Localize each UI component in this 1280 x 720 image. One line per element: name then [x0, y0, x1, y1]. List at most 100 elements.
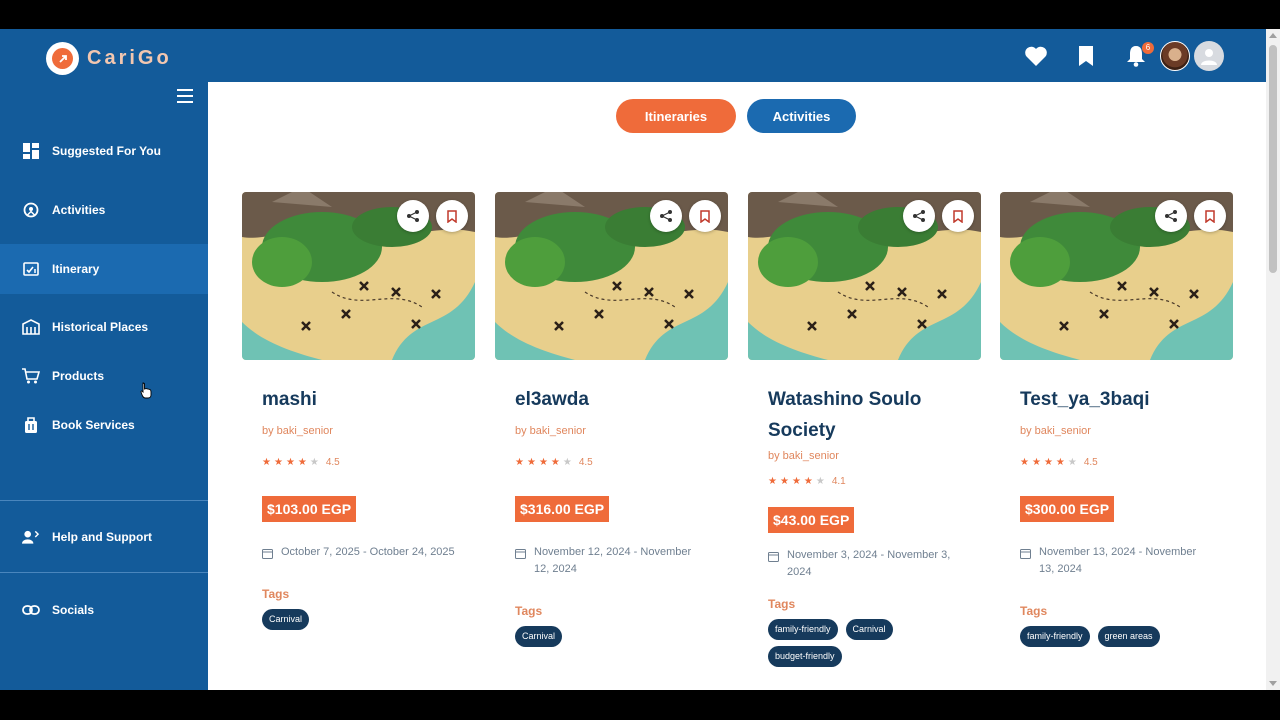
sidebar-divider — [0, 500, 208, 501]
view-toggle: Itineraries Activities — [616, 99, 856, 133]
sidebar-divider — [0, 572, 208, 573]
bookmark-icon[interactable] — [436, 200, 468, 232]
star-icon: ★ — [1020, 457, 1029, 468]
sidebar-item-products[interactable]: Products — [0, 351, 208, 401]
cart-icon — [22, 367, 40, 385]
date-text: October 7, 2025 - October 24, 2025 — [281, 546, 455, 558]
itinerary-author: by baki_senior — [768, 450, 839, 462]
sidebar-item-historical-places[interactable]: Historical Places — [0, 302, 208, 352]
itinerary-card[interactable]: Test_ya_3baqi by baki_senior ★ ★ ★ ★ ★ 4.5 $… — [1000, 192, 1233, 690]
itinerary-image — [495, 192, 728, 360]
star-icon: ★ — [1031, 457, 1041, 468]
star-icon: ★ — [791, 476, 801, 487]
itinerary-image — [242, 192, 475, 360]
bookmark-icon[interactable] — [689, 200, 721, 232]
tag[interactable]: green areas — [1097, 626, 1160, 647]
itinerary-author: by baki_senior — [515, 425, 586, 437]
itineraries-tab[interactable]: Itineraries — [616, 99, 736, 133]
star-icon: ★ — [515, 457, 524, 468]
share-icon[interactable] — [650, 200, 682, 232]
bell-icon[interactable]: 6 — [1122, 42, 1154, 70]
tags-label: Tags — [1020, 604, 1048, 618]
itinerary-title[interactable]: mashi — [262, 384, 455, 415]
star-icon: ★ — [538, 457, 548, 468]
tag[interactable]: family-friendly — [1020, 626, 1090, 647]
profile-icon[interactable] — [1194, 41, 1224, 71]
star-icon: ★ — [779, 476, 789, 487]
scroll-up-icon[interactable] — [1269, 33, 1277, 38]
link-icon — [22, 601, 40, 619]
logo[interactable]: CariGo — [46, 42, 172, 75]
scrollbar-thumb[interactable] — [1269, 45, 1277, 273]
itinerary-card[interactable]: Watashino Soulo Society by baki_senior ★… — [748, 192, 981, 690]
price-badge: $300.00 EGP — [1020, 496, 1115, 522]
museum-icon — [22, 318, 40, 336]
star-icon: ★ — [803, 476, 813, 487]
sidebar-item-suggested[interactable]: Suggested For You — [0, 126, 208, 176]
tag[interactable]: budget-friendly — [768, 646, 842, 667]
sidebar-item-itinerary[interactable]: Itinerary — [0, 244, 208, 294]
menu-icon[interactable] — [177, 89, 193, 103]
date-range: November 13, 2024 - November 13, 2024 — [1020, 544, 1213, 578]
hand-cursor-icon — [140, 382, 152, 399]
sidebar-item-activities[interactable]: Activities — [0, 185, 208, 235]
rating-value: 4.5 — [325, 457, 340, 468]
rating: ★ ★ ★ ★ ★ 4.1 — [768, 476, 961, 487]
star-icon: ★ — [815, 476, 825, 487]
date-text: November 12, 2024 - November 12, 2024 — [534, 546, 692, 575]
rating-value: 4.5 — [578, 457, 593, 468]
itinerary-icon — [22, 260, 40, 278]
date-range: October 7, 2025 - October 24, 2025 — [262, 544, 455, 561]
activities-icon — [22, 201, 40, 219]
share-icon[interactable] — [1155, 200, 1187, 232]
tags-label: Tags — [768, 597, 796, 611]
sidebar-item-label: Activities — [52, 203, 106, 217]
tag[interactable]: Carnival — [515, 626, 563, 647]
logo-icon — [46, 42, 79, 75]
scroll-down-icon[interactable] — [1269, 681, 1277, 686]
rating: ★ ★ ★ ★ ★ 4.5 — [262, 457, 455, 468]
share-icon[interactable] — [903, 200, 935, 232]
app-name: CariGo — [87, 47, 172, 69]
share-icon[interactable] — [397, 200, 429, 232]
itinerary-card[interactable]: el3awda by baki_senior ★ ★ ★ ★ ★ 4.5 $316.00… — [495, 192, 728, 690]
bookmark-icon[interactable] — [1072, 42, 1100, 70]
itinerary-author: by baki_senior — [1020, 425, 1091, 437]
tag-list: family-friendly green areas — [1020, 626, 1213, 647]
heart-icon[interactable] — [1022, 42, 1050, 70]
itinerary-title[interactable]: Test_ya_3baqi — [1020, 384, 1213, 415]
tag-list: Carnival — [262, 609, 455, 630]
tag-list: family-friendly Carnival budget-friendly — [768, 619, 961, 667]
star-icon: ★ — [273, 457, 283, 468]
calendar-icon — [515, 549, 526, 559]
calendar-icon — [262, 549, 273, 559]
app-window: CariGo 6 Suggested For You Activities It… — [0, 29, 1280, 690]
tags-label: Tags — [262, 587, 290, 601]
sidebar-item-socials[interactable]: Socials — [0, 585, 208, 635]
rating: ★ ★ ★ ★ ★ 4.5 — [515, 457, 708, 468]
itinerary-image — [748, 192, 981, 360]
star-icon: ★ — [309, 457, 319, 468]
star-icon: ★ — [285, 457, 295, 468]
tag[interactable]: Carnival — [262, 609, 310, 630]
rating-value: 4.1 — [831, 476, 846, 487]
bookmark-icon[interactable] — [942, 200, 974, 232]
star-icon: ★ — [562, 457, 572, 468]
avatar[interactable] — [1160, 41, 1190, 71]
price-badge: $43.00 EGP — [768, 507, 855, 533]
itinerary-card[interactable]: mashi by baki_senior ★ ★ ★ ★ ★ 4.5 $103.00 E… — [242, 192, 475, 690]
page-scrollbar[interactable] — [1266, 29, 1280, 690]
sidebar-item-book-services[interactable]: Book Services — [0, 400, 208, 450]
tag[interactable]: Carnival — [845, 619, 893, 640]
tag-list: Carnival — [515, 626, 708, 647]
rating-value: 4.5 — [1083, 457, 1098, 468]
sidebar-item-label: Products — [52, 369, 105, 383]
tag[interactable]: family-friendly — [768, 619, 838, 640]
bookmark-icon[interactable] — [1194, 200, 1226, 232]
sidebar: Suggested For You Activities Itinerary H… — [0, 82, 208, 690]
date-text: November 3, 2024 - November 3, 2024 — [787, 549, 951, 578]
sidebar-item-help-support[interactable]: Help and Support — [0, 512, 208, 562]
itinerary-title[interactable]: el3awda — [515, 384, 708, 415]
activities-tab[interactable]: Activities — [747, 99, 856, 133]
itinerary-title[interactable]: Watashino Soulo Society — [768, 384, 961, 446]
